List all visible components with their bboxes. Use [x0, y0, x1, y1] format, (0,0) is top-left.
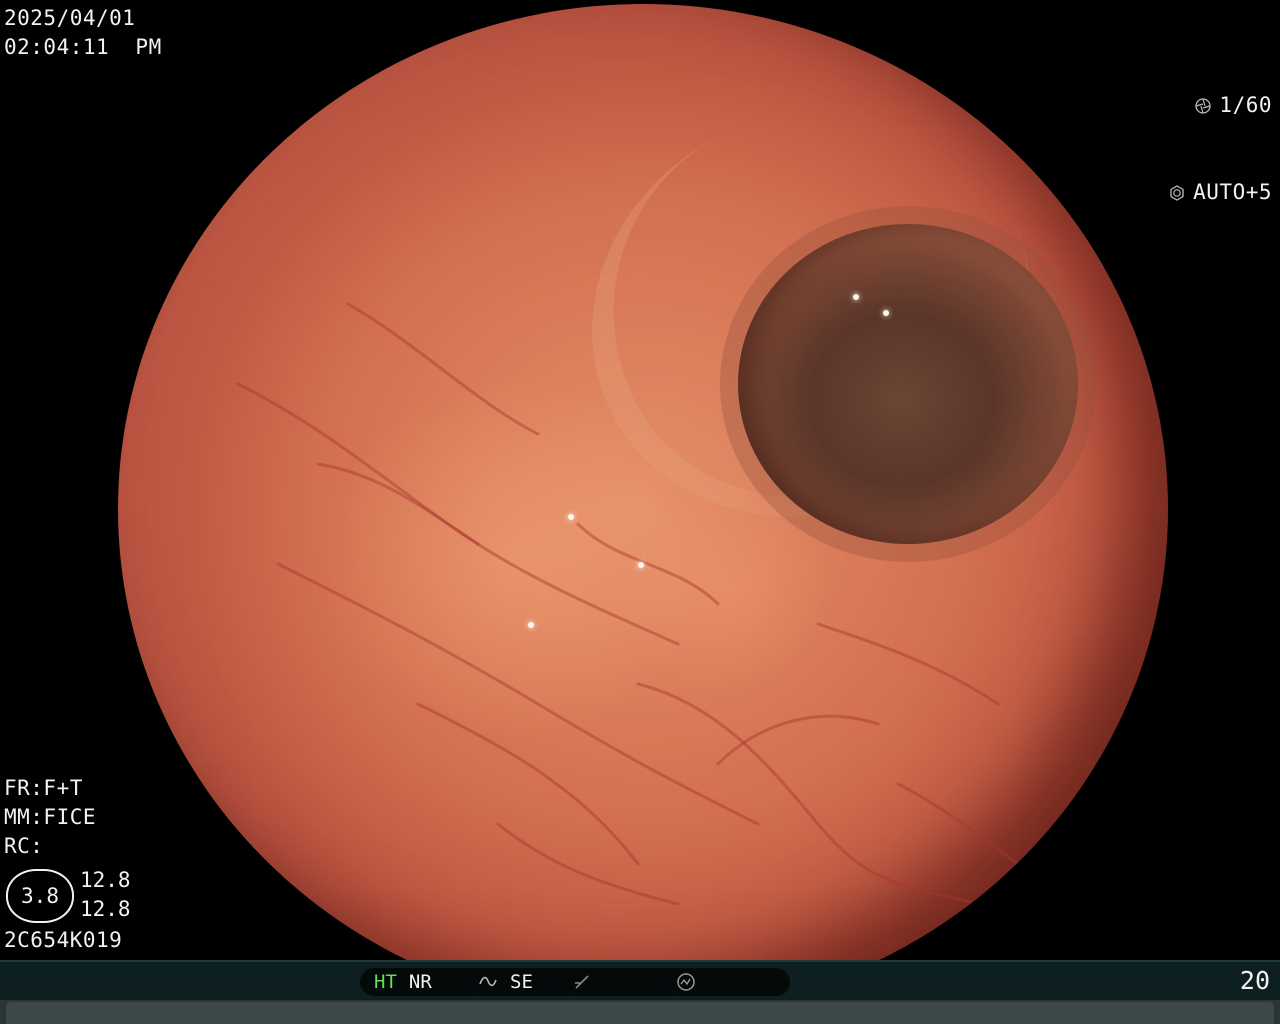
zoom-badge: 3.8 — [6, 869, 74, 923]
endoscopy-view — [118, 4, 1168, 1014]
datetime-readout: 2025/04/01 02:04:11 PM — [4, 4, 162, 62]
zoom-indicator: 3.8 12.8 12.8 — [6, 866, 131, 926]
rc-text: RC: — [4, 834, 44, 858]
exposure-row: AUTO+5 — [1169, 178, 1272, 207]
slash-icon — [575, 975, 589, 989]
bottom-strip — [0, 1000, 1280, 1024]
zoom-value-top: 12.8 — [80, 868, 131, 892]
ht-label: HT — [374, 971, 397, 993]
camera-settings: 1/60 AUTO+5 — [1169, 33, 1272, 236]
nr-label: NR — [408, 971, 432, 993]
light-reflection — [528, 622, 534, 628]
zoom-values: 12.8 12.8 — [80, 866, 131, 924]
se-label: SE — [510, 971, 533, 993]
time-text: 02:04:11 PM — [4, 35, 162, 59]
zoom-value: 3.8 — [21, 884, 59, 908]
light-reflection — [638, 562, 644, 568]
gauge-icon — [677, 973, 695, 991]
zoom-value-bottom: 12.8 — [80, 897, 131, 921]
gauge-indicator — [662, 968, 790, 996]
shutter-value: 1/60 — [1219, 93, 1272, 117]
fr-text: FR:F+T — [4, 776, 83, 800]
iris-icon — [1170, 184, 1184, 201]
light-reflection — [883, 310, 889, 316]
shutter-row: 1/60 — [1169, 91, 1272, 120]
tilde-wave-icon — [479, 976, 497, 987]
colon-lumen — [738, 224, 1078, 544]
scope-serial: 2C654K019 — [4, 928, 123, 952]
exposure-value: AUTO+5 — [1193, 180, 1272, 204]
date-text: 2025/04/01 — [4, 6, 136, 30]
aperture-icon — [1195, 97, 1212, 114]
status-bar: HT NR SE — [0, 960, 1280, 1002]
mm-text: MM:FICE — [4, 805, 97, 829]
mode-info: FR:F+T MM:FICE RC: — [4, 774, 96, 861]
image-counter: 20 — [1239, 966, 1270, 995]
light-reflection — [853, 294, 859, 300]
light-reflection — [568, 514, 574, 520]
